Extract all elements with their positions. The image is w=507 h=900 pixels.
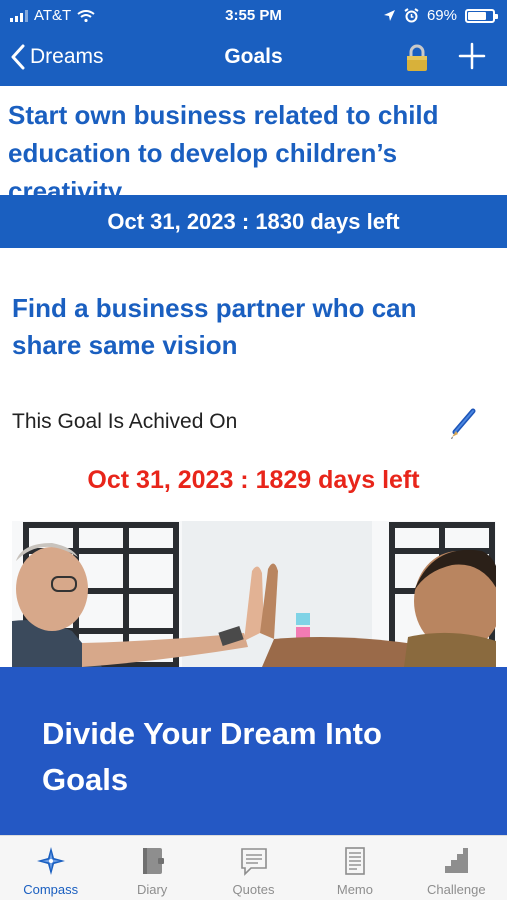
edit-pencil-icon[interactable] bbox=[447, 408, 477, 442]
plus-icon bbox=[458, 42, 486, 70]
goal-achieved-label: This Goal Is Achived On bbox=[12, 410, 238, 433]
status-bar: AT&T 3:55 PM 69% bbox=[0, 0, 507, 32]
goal-date-countdown: Oct 31, 2023 : 1829 days left bbox=[87, 466, 420, 494]
goal-title[interactable]: Start own business related to child educ… bbox=[8, 96, 498, 196]
compass-icon bbox=[36, 847, 65, 875]
diary-icon bbox=[143, 848, 165, 874]
tab-diary[interactable]: Diary bbox=[101, 836, 202, 900]
goal-date-banner: Oct 31, 2023 : 1830 days left bbox=[0, 195, 507, 248]
cta-text: Divide Your Dream Into Goals bbox=[42, 716, 382, 797]
memo-icon bbox=[345, 847, 365, 875]
tab-compass[interactable]: Compass bbox=[0, 836, 101, 900]
battery-percent: 69% bbox=[426, 7, 457, 24]
divide-dream-cta[interactable]: Divide Your Dream Into Goals bbox=[0, 667, 507, 835]
tab-label: Challenge bbox=[427, 882, 486, 897]
back-button-label: Dreams bbox=[30, 45, 104, 68]
tab-quotes[interactable]: Quotes bbox=[203, 836, 304, 900]
battery-icon bbox=[465, 8, 498, 23]
location-arrow-icon bbox=[383, 10, 395, 21]
status-right: 69% bbox=[383, 7, 498, 24]
chevron-left-icon bbox=[11, 44, 25, 70]
tab-challenge[interactable]: Challenge bbox=[406, 836, 507, 900]
alarm-clock-icon bbox=[404, 8, 419, 23]
tab-label: Diary bbox=[136, 882, 168, 897]
tab-label: Memo bbox=[336, 882, 373, 897]
tab-bar: Compass Diary Quotes Memo Challenge bbox=[0, 835, 507, 900]
goal-title[interactable]: Find a business partner who can share sa… bbox=[12, 290, 492, 364]
goal-photo bbox=[12, 521, 496, 667]
lock-icon[interactable] bbox=[404, 44, 430, 72]
high-five-photo bbox=[12, 521, 496, 667]
challenge-icon bbox=[445, 848, 469, 873]
back-button[interactable]: Dreams bbox=[10, 44, 104, 70]
add-goal-button[interactable] bbox=[458, 40, 486, 76]
battery-fill bbox=[468, 11, 486, 20]
tab-label: Quotes bbox=[232, 882, 275, 897]
nav-bar: Dreams Goals bbox=[0, 32, 507, 86]
tab-memo[interactable]: Memo bbox=[304, 836, 405, 900]
quotes-icon bbox=[240, 848, 267, 876]
tab-label: Compass bbox=[23, 882, 79, 897]
